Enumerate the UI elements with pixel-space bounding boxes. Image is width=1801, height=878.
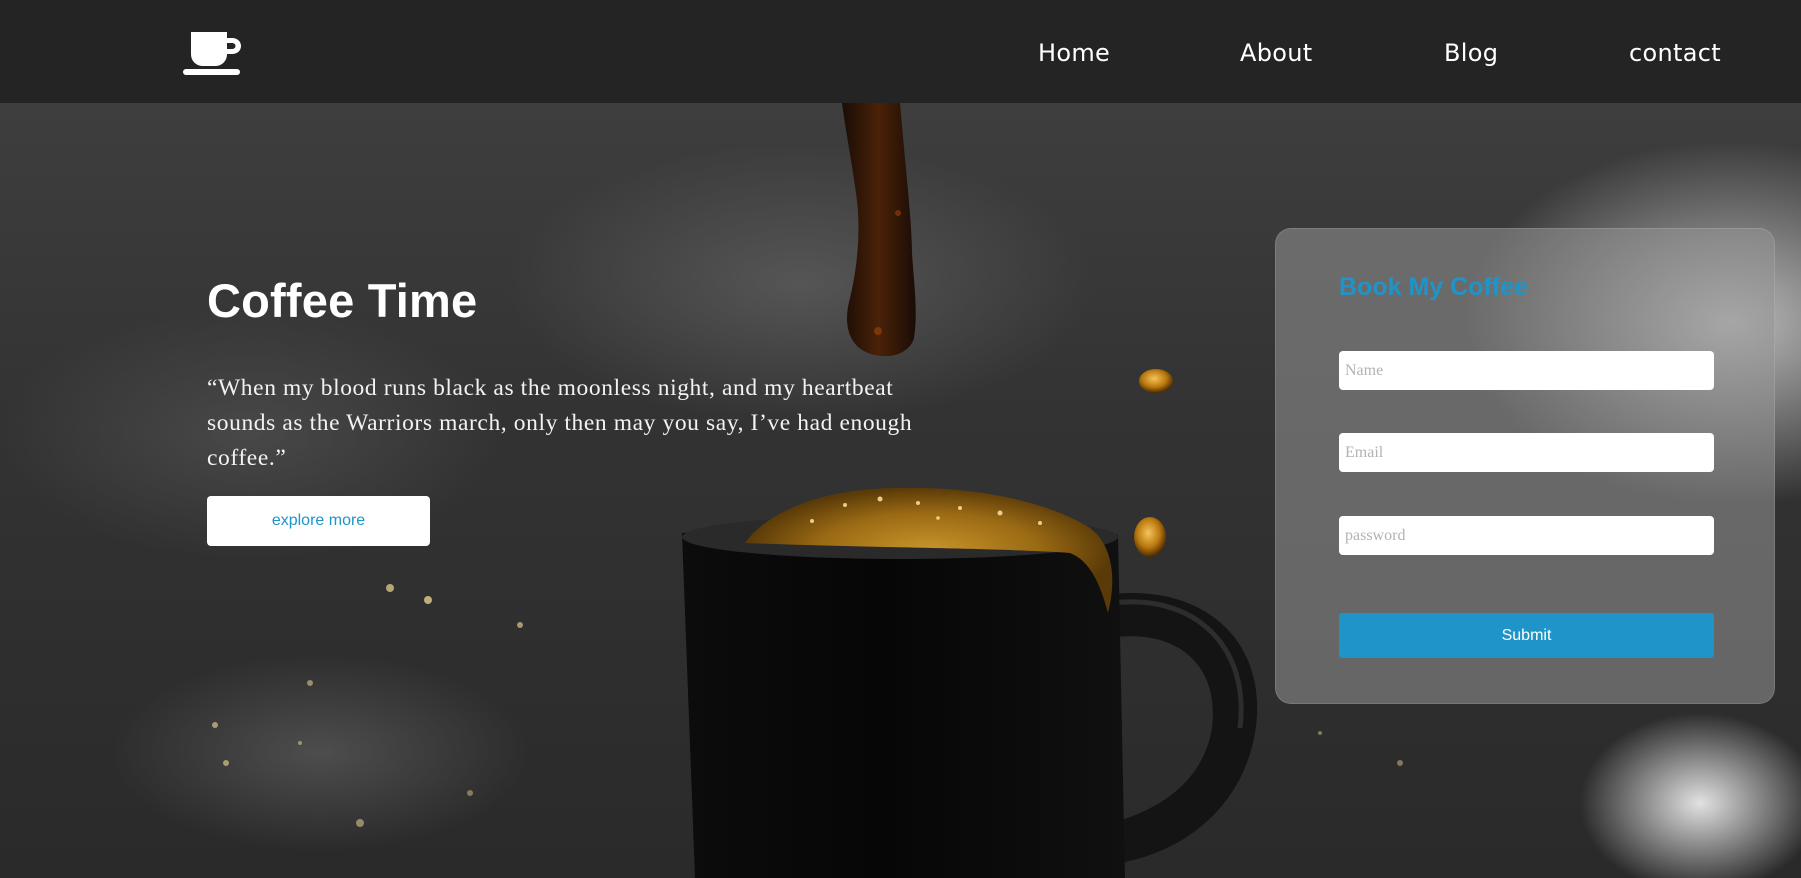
submit-button[interactable]: Submit bbox=[1339, 613, 1714, 658]
explore-more-button[interactable]: explore more bbox=[207, 496, 430, 546]
email-field[interactable] bbox=[1339, 433, 1714, 472]
main-nav: Home About Blog contact bbox=[0, 0, 1801, 103]
nav-link-contact[interactable]: contact bbox=[1629, 36, 1721, 70]
password-field[interactable] bbox=[1339, 516, 1714, 555]
navbar: Home About Blog contact bbox=[0, 0, 1801, 103]
booking-form: Book My Coffee Submit bbox=[1275, 228, 1775, 704]
name-field[interactable] bbox=[1339, 351, 1714, 390]
nav-link-blog[interactable]: Blog bbox=[1444, 36, 1498, 70]
hero-quote: “When my blood runs black as the moonles… bbox=[207, 375, 913, 471]
nav-link-about[interactable]: About bbox=[1240, 36, 1312, 70]
nav-link-home[interactable]: Home bbox=[1038, 36, 1110, 70]
hero-section: Coffee Time “When my blood runs black as… bbox=[0, 103, 1801, 878]
booking-title: Book My Coffee bbox=[1339, 273, 1528, 301]
hero-title: Coffee Time bbox=[207, 274, 478, 327]
